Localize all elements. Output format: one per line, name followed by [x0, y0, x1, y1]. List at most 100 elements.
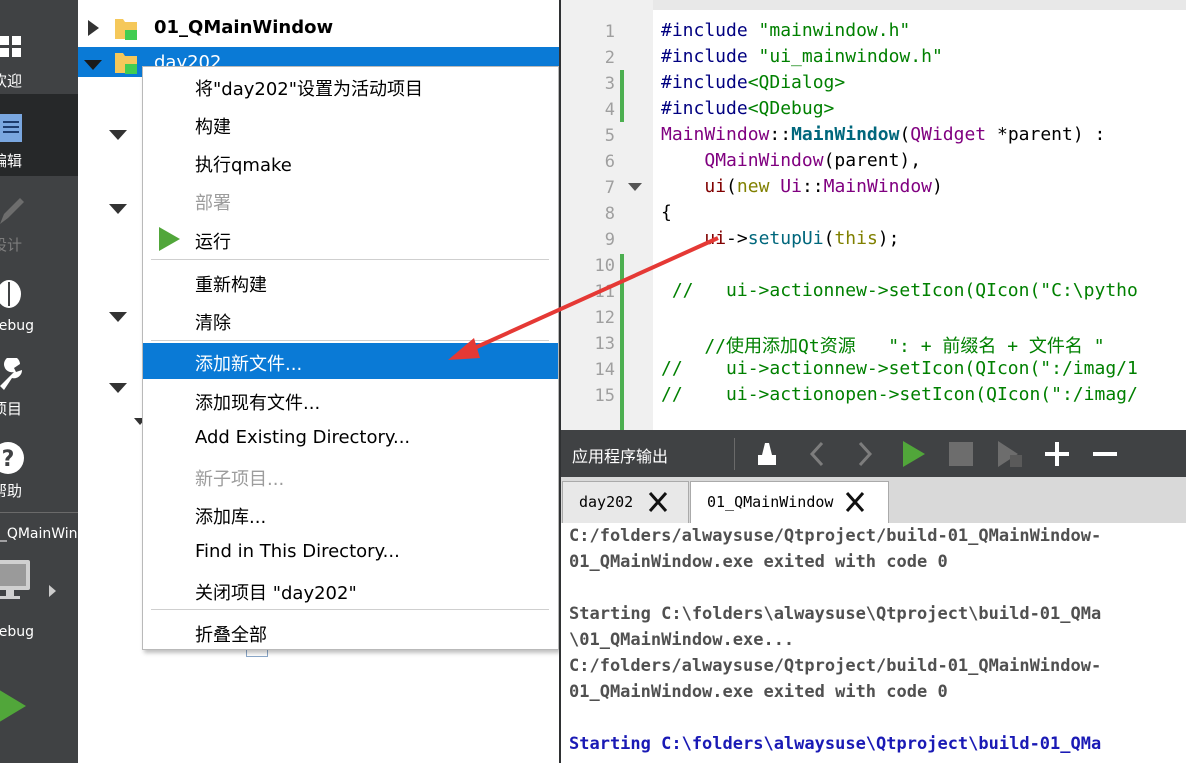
- output-line: C:/folders/alwaysuse/Qtproject/build-01_…: [569, 526, 1102, 546]
- mode-label: Debug: [0, 318, 35, 334]
- code-token: "ui_mainwindow.h": [758, 46, 943, 67]
- run-button[interactable]: [0, 680, 78, 730]
- output-line: \01_QMainWindow.exe...: [569, 630, 795, 650]
- zoom-in-icon[interactable]: [1042, 439, 1072, 469]
- fold-arrow-icon[interactable]: [628, 183, 642, 191]
- menu-separator: [151, 259, 549, 260]
- attach-debugger-icon[interactable]: [994, 439, 1024, 469]
- code-token: (parent),: [823, 150, 922, 171]
- code-token: ::: [801, 176, 824, 197]
- line-number: 4: [604, 100, 615, 120]
- output-tab-bar: day202 01_QMainWindow: [561, 477, 1186, 525]
- code-token: #include: [661, 98, 748, 119]
- separator: [0, 512, 78, 513]
- mode-help[interactable]: ? 帮助: [0, 436, 78, 508]
- menu-item-add-existing-directory[interactable]: Add Existing Directory...: [143, 420, 558, 456]
- code-editor[interactable]: 1 2 3 4 5 6 7 8 9 10 11 12 13 14 15 #include "mainwind…: [561, 0, 1186, 430]
- chevron-right-icon: [49, 585, 56, 597]
- code-token: QWidget: [910, 124, 987, 145]
- code-token: MainWindow: [823, 176, 932, 197]
- code-line: ui(new Ui::MainWindow): [661, 176, 942, 197]
- menu-item-add-library[interactable]: 添加库...: [143, 496, 558, 532]
- menu-item-clean[interactable]: 清除: [143, 302, 558, 338]
- close-icon[interactable]: [843, 490, 867, 514]
- collapse-arrow-icon[interactable]: [84, 60, 102, 70]
- code-line: // ui->actionnew->setIcon(QIcon(":/imag/…: [661, 358, 1138, 379]
- mode-debug[interactable]: Debug: [0, 266, 78, 344]
- mode-label: 项目: [0, 400, 23, 418]
- line-number: 5: [604, 126, 615, 146]
- code-token: ui: [704, 228, 727, 249]
- output-line: C:/folders/alwaysuse/Qtproject/build-01_…: [569, 656, 1102, 676]
- mode-edit[interactable]: 编辑: [0, 94, 78, 176]
- line-number: 7: [604, 178, 615, 198]
- code-token: Ui: [780, 176, 802, 197]
- menu-item-set-active-project[interactable]: 将"day202"设置为活动项目: [143, 68, 558, 104]
- output-tab-01-qmainwindow[interactable]: 01_QMainWindow: [690, 481, 889, 525]
- code-token: QMainWindow: [704, 150, 824, 171]
- line-number: 14: [594, 360, 615, 380]
- menu-item-run-qmake[interactable]: 执行qmake: [143, 144, 558, 180]
- bug-icon: [0, 280, 21, 308]
- clear-output-icon[interactable]: [752, 439, 782, 469]
- menu-separator: [151, 340, 549, 341]
- output-tab-day202[interactable]: day202: [562, 481, 689, 523]
- close-icon[interactable]: [646, 490, 670, 514]
- menu-item-add-existing-files[interactable]: 添加现有文件...: [143, 382, 558, 418]
- tree-item-label[interactable]: 01_QMainWindow: [154, 17, 333, 38]
- code-token: setupUi: [747, 228, 824, 249]
- rerun-icon[interactable]: [898, 439, 928, 469]
- code-line: #include<QDialog>: [661, 72, 845, 93]
- output-line: 01_QMainWindow.exe exited with code 0: [569, 552, 948, 572]
- kit-selector[interactable]: 01_QMainWindow Debug: [0, 520, 106, 650]
- context-menu: 将"day202"设置为活动项目 构建 执行qmake 部署 运行 重新构建 清…: [142, 66, 559, 650]
- code-line: #include<QDebug>: [661, 98, 834, 119]
- menu-item-find-in-directory[interactable]: Find in This Directory...: [143, 534, 558, 570]
- mode-welcome[interactable]: 欢迎: [0, 20, 78, 92]
- code-token: MainWindow: [661, 124, 770, 145]
- mode-label: 设计: [0, 236, 23, 254]
- collapse-arrow-icon[interactable]: [109, 312, 127, 322]
- code-token: (: [726, 176, 737, 197]
- previous-item-icon[interactable]: [804, 439, 834, 469]
- code-token: #include: [661, 46, 759, 67]
- collapse-arrow-icon[interactable]: [109, 130, 127, 140]
- code-token: MainWindow: [791, 124, 900, 145]
- menu-item-add-new-file[interactable]: 添加新文件...: [143, 343, 558, 379]
- code-line: QMainWindow(parent),: [661, 150, 921, 171]
- help-icon: ?: [0, 442, 24, 474]
- menu-item-rebuild[interactable]: 重新构建: [143, 264, 558, 300]
- collapse-arrow-icon[interactable]: [109, 383, 127, 393]
- output-pane-title: 应用程序输出: [572, 447, 669, 466]
- run-icon: [159, 227, 180, 251]
- next-item-icon[interactable]: [850, 439, 880, 469]
- menu-item-deploy[interactable]: 部署: [143, 182, 558, 218]
- menu-item-collapse-all[interactable]: 折叠全部: [143, 614, 558, 650]
- code-token: ->: [726, 228, 748, 249]
- qt-folder-icon: [115, 53, 137, 74]
- zoom-out-icon[interactable]: [1090, 439, 1120, 469]
- menu-item-run[interactable]: 运行: [143, 221, 558, 257]
- menu-item-build[interactable]: 构建: [143, 106, 558, 142]
- code-line: #include "ui_mainwindow.h": [661, 46, 943, 67]
- mode-design[interactable]: 设计: [0, 182, 78, 260]
- collapse-arrow-icon[interactable]: [109, 204, 127, 214]
- code-token: *parent) :: [986, 124, 1106, 145]
- menu-item-new-subproject[interactable]: 新子项目...: [143, 458, 558, 494]
- stop-icon[interactable]: [946, 439, 976, 469]
- run-icon: [0, 690, 26, 722]
- line-number: 10: [594, 256, 615, 276]
- code-token: {: [661, 202, 672, 223]
- mode-label: 编辑: [0, 152, 23, 170]
- application-output[interactable]: C:/folders/alwaysuse/Qtproject/build-01_…: [561, 523, 1186, 763]
- menu-item-close-project[interactable]: 关闭项目 "day202": [143, 572, 558, 608]
- code-token: this: [834, 228, 878, 249]
- expand-arrow-icon[interactable]: [88, 20, 99, 36]
- monitor-icon: [0, 560, 30, 599]
- mode-projects[interactable]: 项目: [0, 352, 78, 430]
- edit-doc-icon: [0, 114, 22, 142]
- code-token: #include: [661, 20, 759, 41]
- line-number: 2: [604, 48, 615, 68]
